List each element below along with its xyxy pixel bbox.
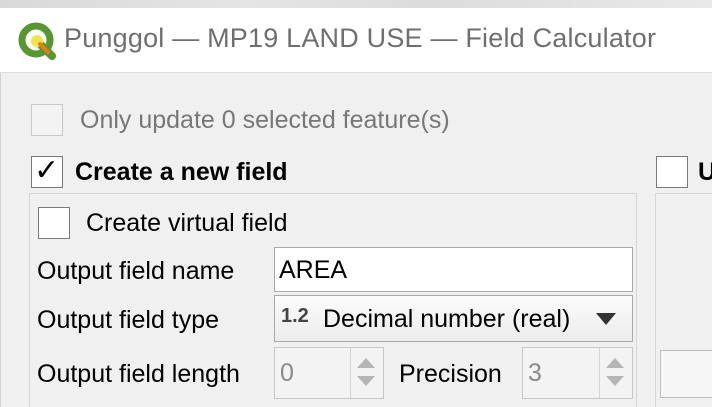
precision-spinbox[interactable]: 3	[522, 347, 633, 399]
spin-down-icon[interactable]	[606, 376, 624, 386]
precision-value: 3	[528, 359, 542, 387]
output-field-length-spinbox[interactable]: 0	[274, 347, 384, 399]
only-selected-checkbox	[31, 104, 63, 136]
virtual-field-label[interactable]: Create virtual field	[86, 209, 287, 238]
precision-label: Precision	[399, 360, 502, 388]
output-field-name-value: AREA	[279, 256, 348, 284]
qgis-logo-icon	[18, 22, 58, 60]
output-field-length-value: 0	[280, 359, 294, 387]
checkmark-icon: ✓	[34, 154, 60, 187]
dialog-content: Only update 0 selected feature(s) ✓ Crea…	[0, 73, 712, 407]
create-new-field-label[interactable]: Create a new field	[75, 158, 288, 187]
output-field-type-combo[interactable]: 1.2 Decimal number (real)	[274, 295, 633, 342]
decimal-type-icon: 1.2	[281, 305, 309, 327]
spin-up-icon[interactable]	[357, 358, 375, 368]
output-field-length-label: Output field length	[37, 360, 240, 388]
chevron-down-icon	[596, 313, 616, 325]
field-calculator-window: Punggol — MP19 LAND USE — Field Calculat…	[0, 0, 712, 407]
output-field-type-label: Output field type	[37, 306, 220, 334]
field-selector-combo[interactable]	[660, 350, 712, 398]
length-spin-buttons[interactable]	[350, 348, 383, 398]
output-field-type-value: Decimal number (real)	[323, 305, 571, 333]
spin-down-icon[interactable]	[357, 376, 375, 386]
output-field-name-input[interactable]: AREA	[274, 247, 633, 292]
window-title: Punggol — MP19 LAND USE — Field Calculat…	[64, 23, 657, 53]
title-bar: Punggol — MP19 LAND USE — Field Calculat…	[0, 8, 712, 73]
only-selected-label: Only update 0 selected feature(s)	[80, 106, 450, 134]
spin-up-icon[interactable]	[606, 358, 624, 368]
precision-spin-buttons[interactable]	[599, 348, 632, 398]
update-existing-checkbox[interactable]	[656, 156, 688, 188]
update-existing-label[interactable]: U	[698, 158, 712, 187]
create-new-field-checkbox[interactable]: ✓	[31, 154, 63, 188]
output-field-name-label: Output field name	[37, 257, 235, 285]
virtual-field-checkbox[interactable]	[38, 207, 70, 239]
